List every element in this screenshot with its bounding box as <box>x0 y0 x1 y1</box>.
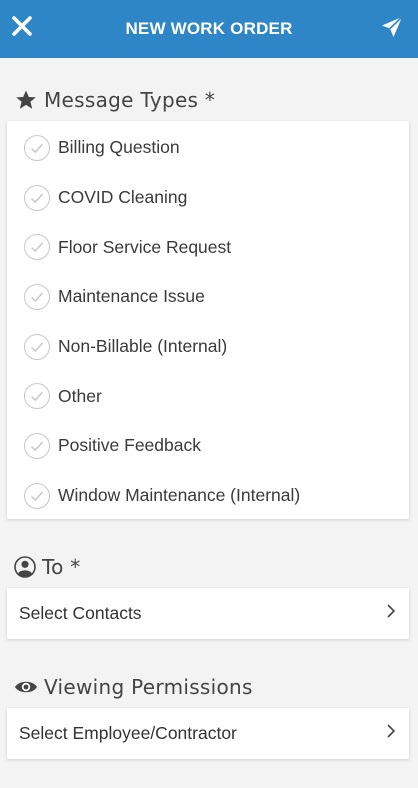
to-heading: To * <box>14 555 81 579</box>
select-contacts-row[interactable]: Select Contacts <box>7 588 409 639</box>
message-type-option[interactable]: Billing Question <box>7 123 409 173</box>
to-title: To * <box>42 555 81 579</box>
send-button[interactable] <box>380 15 404 39</box>
message-types-list: Billing Question COVID Cleaning Floor Se… <box>7 121 409 519</box>
eye-icon <box>14 678 38 696</box>
check-circle-icon <box>24 134 50 161</box>
select-employee-label: Select Employee/Contractor <box>19 723 237 743</box>
message-types-heading: Message Types * <box>14 88 215 112</box>
message-type-label: Window Maintenance (Internal) <box>58 485 301 506</box>
check-circle-icon <box>24 383 50 410</box>
message-type-label: Billing Question <box>58 137 180 158</box>
check-circle-icon <box>24 432 50 459</box>
message-type-label: Floor Service Request <box>58 236 232 257</box>
message-type-option[interactable]: COVID Cleaning <box>7 173 409 223</box>
message-type-option[interactable]: Positive Feedback <box>7 421 409 471</box>
chevron-right-icon <box>385 602 397 625</box>
check-circle-icon <box>24 333 50 360</box>
chevron-right-icon <box>385 722 397 745</box>
message-type-label: Maintenance Issue <box>58 286 205 307</box>
message-types-title: Message Types * <box>44 88 216 112</box>
viewing-permissions-title: Viewing Permissions <box>44 675 253 699</box>
send-icon <box>382 16 403 37</box>
check-circle-icon <box>24 283 50 310</box>
message-type-option[interactable]: Floor Service Request <box>7 222 409 272</box>
message-type-label: COVID Cleaning <box>58 187 188 208</box>
check-circle-icon <box>24 184 50 211</box>
person-icon <box>14 556 36 578</box>
check-circle-icon <box>24 234 50 261</box>
message-type-label: Positive Feedback <box>58 435 201 456</box>
check-circle-icon <box>24 482 50 509</box>
message-type-option[interactable]: Window Maintenance (Internal) <box>7 471 409 521</box>
close-button[interactable] <box>10 14 34 38</box>
message-type-option[interactable]: Maintenance Issue <box>7 272 409 322</box>
page-title: NEW WORK ORDER <box>125 19 293 38</box>
message-type-option[interactable]: Non-Billable (Internal) <box>7 322 409 372</box>
viewing-permissions-heading: Viewing Permissions <box>14 675 253 699</box>
message-type-option[interactable]: Other <box>7 371 409 421</box>
star-icon <box>14 88 38 112</box>
message-type-label: Other <box>58 385 102 406</box>
app-header: NEW WORK ORDER <box>0 0 418 58</box>
select-contacts-label: Select Contacts <box>19 603 142 623</box>
message-type-label: Non-Billable (Internal) <box>58 336 228 357</box>
select-employee-row[interactable]: Select Employee/Contractor <box>7 708 409 759</box>
close-icon <box>12 16 32 36</box>
